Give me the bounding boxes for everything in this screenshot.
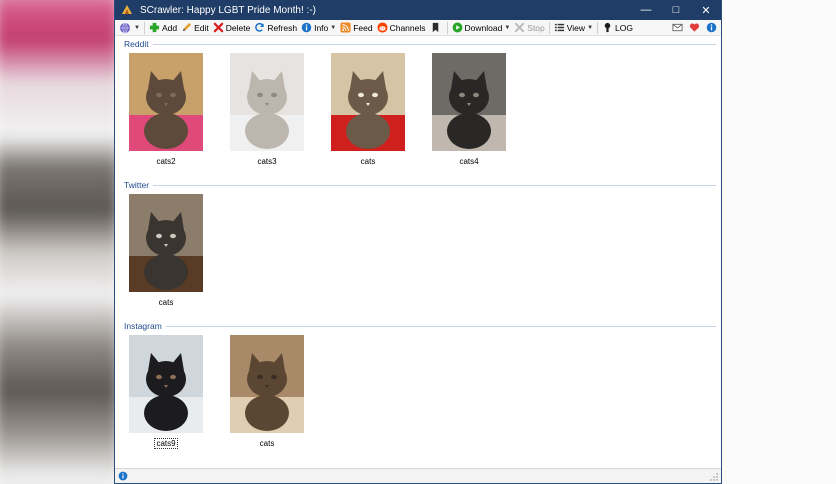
group-divider xyxy=(165,325,716,327)
toolbar-separator xyxy=(548,21,550,34)
chevron-down-icon: ▼ xyxy=(504,24,511,31)
stop-button[interactable]: Stop xyxy=(512,20,547,36)
channels-button[interactable]: Channels xyxy=(375,20,428,36)
feed-button[interactable]: Feed xyxy=(338,20,374,36)
profile-caption: cats xyxy=(360,157,376,166)
group-name: Reddit xyxy=(124,39,149,49)
delete-x-icon xyxy=(213,22,224,33)
globe-menu-icon xyxy=(120,22,130,33)
profile-tile[interactable]: cats3 xyxy=(230,53,304,169)
minimize-icon: — xyxy=(640,4,652,16)
cat-photo-thumbnail xyxy=(432,53,506,151)
play-download-icon xyxy=(452,22,462,33)
group-header-twitter: Twitter xyxy=(124,180,716,190)
resize-grip-icon[interactable] xyxy=(710,473,718,481)
view-button[interactable]: View ▼ xyxy=(552,20,595,36)
group-divider xyxy=(152,43,716,45)
profile-caption: cats3 xyxy=(257,157,277,166)
background-right xyxy=(722,0,836,484)
refresh-button[interactable]: Refresh xyxy=(252,20,299,36)
log-icon xyxy=(604,22,611,33)
stop-label: Stop xyxy=(527,22,545,33)
toolbar-separator xyxy=(597,21,599,34)
delete-label: Delete xyxy=(225,22,251,33)
title-bar: SCrawler: Happy LGBT Pride Month! :-) — … xyxy=(115,0,721,20)
add-label: Add xyxy=(161,22,178,33)
profile-tile[interactable]: cats xyxy=(331,53,405,169)
info-icon xyxy=(301,22,312,33)
group-name: Twitter xyxy=(124,180,150,190)
chevron-down-icon: ▼ xyxy=(587,24,594,31)
about-info-button[interactable] xyxy=(704,20,721,36)
maximize-button[interactable]: □ xyxy=(661,0,691,20)
group-divider xyxy=(153,184,716,186)
info-icon xyxy=(706,22,717,33)
chevron-down-icon: ▼ xyxy=(330,24,337,31)
profile-caption: cats9 xyxy=(154,438,178,449)
mail-button[interactable] xyxy=(670,20,687,36)
heart-icon xyxy=(689,23,700,32)
toolbar-separator xyxy=(446,21,448,34)
rss-feed-icon xyxy=(340,22,351,33)
maximize-icon: □ xyxy=(672,4,680,16)
group-header-instagram: Instagram xyxy=(124,321,716,331)
profile-tile[interactable]: cats9 xyxy=(129,335,203,451)
list-view-icon xyxy=(554,23,564,32)
profile-tile[interactable]: cats2 xyxy=(129,53,203,169)
feed-label: Feed xyxy=(353,22,373,33)
cat-photo-thumbnail xyxy=(129,335,203,433)
refresh-icon xyxy=(255,22,265,32)
reddit-channels-icon xyxy=(377,22,388,33)
profile-caption: cats2 xyxy=(156,157,176,166)
mail-icon xyxy=(672,23,683,32)
profiles-list-view[interactable]: Reddit cats2 cats3 cats cats4 Twitter ca… xyxy=(115,37,721,468)
main-toolbar: ▼ Add Edit Delete Refresh Info ▼ Feed Ch… xyxy=(115,20,721,36)
profile-caption: cats xyxy=(259,439,275,448)
log-label: LOG xyxy=(615,22,633,33)
support-heart-button[interactable] xyxy=(687,20,704,36)
close-icon: ✕ xyxy=(701,4,711,17)
plus-icon xyxy=(149,22,160,33)
bookmark-icon xyxy=(432,22,438,33)
download-label: Download xyxy=(464,22,503,33)
close-button[interactable]: ✕ xyxy=(691,0,721,20)
cat-photo-thumbnail xyxy=(230,53,304,151)
group-header-reddit: Reddit xyxy=(124,39,716,49)
bookmark-button[interactable] xyxy=(428,20,445,36)
profile-caption: cats4 xyxy=(459,157,479,166)
refresh-label: Refresh xyxy=(267,22,298,33)
stop-icon xyxy=(515,22,525,33)
status-bar xyxy=(115,468,721,483)
minimize-button[interactable]: — xyxy=(631,0,661,20)
edit-label: Edit xyxy=(194,22,209,33)
app-window: SCrawler: Happy LGBT Pride Month! :-) — … xyxy=(114,0,722,484)
blurred-background-left xyxy=(0,0,120,484)
info-label: Info xyxy=(314,22,329,33)
add-button[interactable]: Add xyxy=(147,20,179,36)
chevron-down-icon: ▼ xyxy=(134,24,140,31)
log-button[interactable]: LOG xyxy=(600,20,635,36)
delete-button[interactable]: Delete xyxy=(211,20,253,36)
profile-tile[interactable]: cats xyxy=(129,194,203,310)
app-logo-icon xyxy=(122,5,132,14)
edit-button[interactable]: Edit xyxy=(179,20,211,36)
toolbar-separator xyxy=(143,21,145,34)
channels-label: Channels xyxy=(389,22,426,33)
profile-caption: cats xyxy=(158,298,174,307)
cat-photo-thumbnail xyxy=(129,194,203,292)
cat-photo-thumbnail xyxy=(331,53,405,151)
window-title: SCrawler: Happy LGBT Pride Month! :-) xyxy=(140,4,316,16)
main-menu-button[interactable]: ▼ xyxy=(115,20,142,36)
pencil-icon xyxy=(182,22,192,32)
group-name: Instagram xyxy=(124,321,162,331)
profile-tile[interactable]: cats4 xyxy=(432,53,506,169)
view-label: View xyxy=(566,22,586,33)
download-button[interactable]: Download ▼ xyxy=(450,20,513,36)
profile-tile[interactable]: cats xyxy=(230,335,304,451)
info-icon[interactable] xyxy=(118,471,128,481)
info-button[interactable]: Info ▼ xyxy=(299,20,338,36)
cat-photo-thumbnail xyxy=(129,53,203,151)
cat-photo-thumbnail xyxy=(230,335,304,433)
